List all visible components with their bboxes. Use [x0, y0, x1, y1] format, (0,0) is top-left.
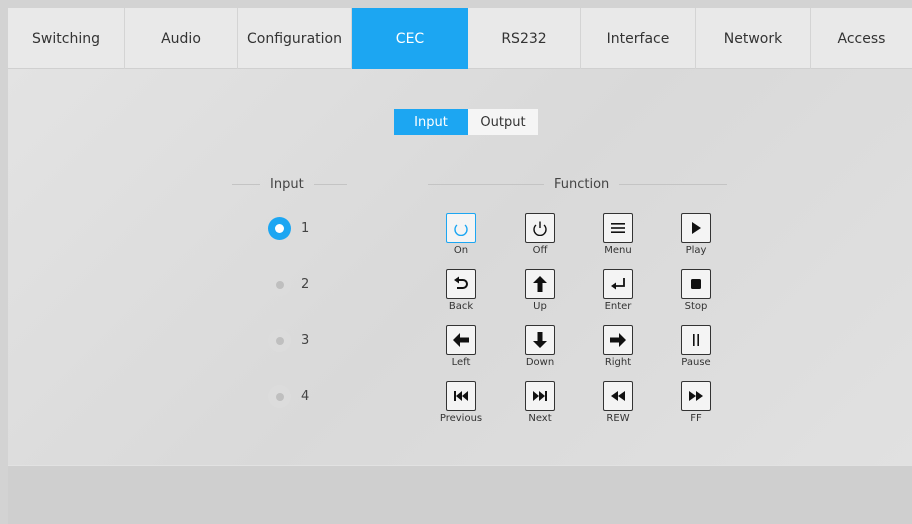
radio-unselected-icon[interactable]	[268, 273, 291, 296]
subtab-input[interactable]: Input	[394, 109, 468, 135]
fast-forward-icon[interactable]	[681, 381, 711, 411]
button-label: Stop	[684, 301, 708, 312]
previous-icon[interactable]	[446, 381, 476, 411]
cec-previous-button[interactable]: Previous	[431, 381, 491, 425]
arrow-left-icon[interactable]	[446, 325, 476, 355]
arrow-down-icon[interactable]	[525, 325, 555, 355]
tab-access[interactable]: Access	[811, 8, 912, 69]
cec-next-button[interactable]: Next	[510, 381, 570, 425]
stop-icon[interactable]	[681, 269, 711, 299]
tab-cec[interactable]: CEC	[352, 8, 468, 69]
cec-pause-button[interactable]: Pause	[666, 325, 726, 369]
heading-divider	[619, 184, 728, 185]
subtab-output[interactable]: Output	[468, 109, 538, 135]
cec-menu-button[interactable]: Menu	[588, 213, 648, 257]
footer-bar	[8, 465, 912, 524]
rewind-icon[interactable]	[603, 381, 633, 411]
button-label: Next	[528, 413, 552, 424]
button-label: Previous	[439, 413, 483, 424]
cec-down-button[interactable]: Down	[510, 325, 570, 369]
cec-back-button[interactable]: Back	[431, 269, 491, 313]
next-icon[interactable]	[525, 381, 555, 411]
radio-label: 2	[301, 277, 310, 292]
button-label: Back	[448, 301, 474, 312]
enter-icon[interactable]	[603, 269, 633, 299]
pause-icon[interactable]	[681, 325, 711, 355]
main-tab-bar: Switching Audio Configuration CEC RS232 …	[8, 8, 912, 69]
radio-label: 4	[301, 389, 310, 404]
button-label: Off	[532, 245, 548, 256]
arrow-right-icon[interactable]	[603, 325, 633, 355]
cec-play-button[interactable]: Play	[666, 213, 726, 257]
radio-unselected-icon[interactable]	[268, 385, 291, 408]
button-label: Up	[533, 301, 547, 312]
cec-rewind-button[interactable]: REW	[588, 381, 648, 425]
cec-off-button[interactable]: Off	[510, 213, 570, 257]
button-label: Enter	[604, 301, 632, 312]
arrow-up-icon[interactable]	[525, 269, 555, 299]
menu-icon[interactable]	[603, 213, 633, 243]
back-icon[interactable]	[446, 269, 476, 299]
button-label: Pause	[681, 357, 711, 368]
cec-stop-button[interactable]: Stop	[666, 269, 726, 313]
cec-page: Switching Audio Configuration CEC RS232 …	[0, 0, 912, 524]
radio-label: 1	[301, 221, 310, 236]
tab-configuration[interactable]: Configuration	[238, 8, 352, 69]
cec-up-button[interactable]: Up	[510, 269, 570, 313]
cec-right-button[interactable]: Right	[588, 325, 648, 369]
button-label: FF	[690, 413, 702, 424]
cec-enter-button[interactable]: Enter	[588, 269, 648, 313]
tab-audio[interactable]: Audio	[125, 8, 238, 69]
tab-switching[interactable]: Switching	[8, 8, 125, 69]
button-label: Menu	[604, 245, 632, 256]
cec-on-button[interactable]: On	[431, 213, 491, 257]
play-icon[interactable]	[681, 213, 711, 243]
heading-divider	[428, 184, 544, 185]
input-radio-1[interactable]: 1	[268, 217, 309, 240]
heading-divider	[313, 184, 347, 185]
cec-fast-forward-button[interactable]: FF	[666, 381, 726, 425]
input-radio-2[interactable]: 2	[268, 273, 309, 296]
input-heading-label: Input	[270, 177, 304, 192]
function-section-heading: Function	[428, 177, 728, 192]
button-label: REW	[606, 413, 630, 424]
function-heading-label: Function	[554, 177, 610, 192]
tab-rs232[interactable]: RS232	[468, 8, 581, 69]
cec-left-button[interactable]: Left	[431, 325, 491, 369]
button-label: Right	[604, 357, 632, 368]
button-label: Down	[525, 357, 555, 368]
power-on-icon[interactable]	[446, 213, 476, 243]
power-off-icon[interactable]	[525, 213, 555, 243]
input-section-heading: Input	[232, 177, 347, 192]
button-label: Play	[685, 245, 707, 256]
input-output-toggle: Input Output	[394, 109, 538, 135]
heading-divider	[232, 184, 260, 185]
radio-label: 3	[301, 333, 310, 348]
input-radio-3[interactable]: 3	[268, 329, 309, 352]
button-label: Left	[451, 357, 471, 368]
input-radio-4[interactable]: 4	[268, 385, 309, 408]
radio-selected-icon[interactable]	[268, 217, 291, 240]
tab-interface[interactable]: Interface	[581, 8, 696, 69]
tab-network[interactable]: Network	[696, 8, 811, 69]
button-label: On	[453, 245, 469, 256]
radio-unselected-icon[interactable]	[268, 329, 291, 352]
